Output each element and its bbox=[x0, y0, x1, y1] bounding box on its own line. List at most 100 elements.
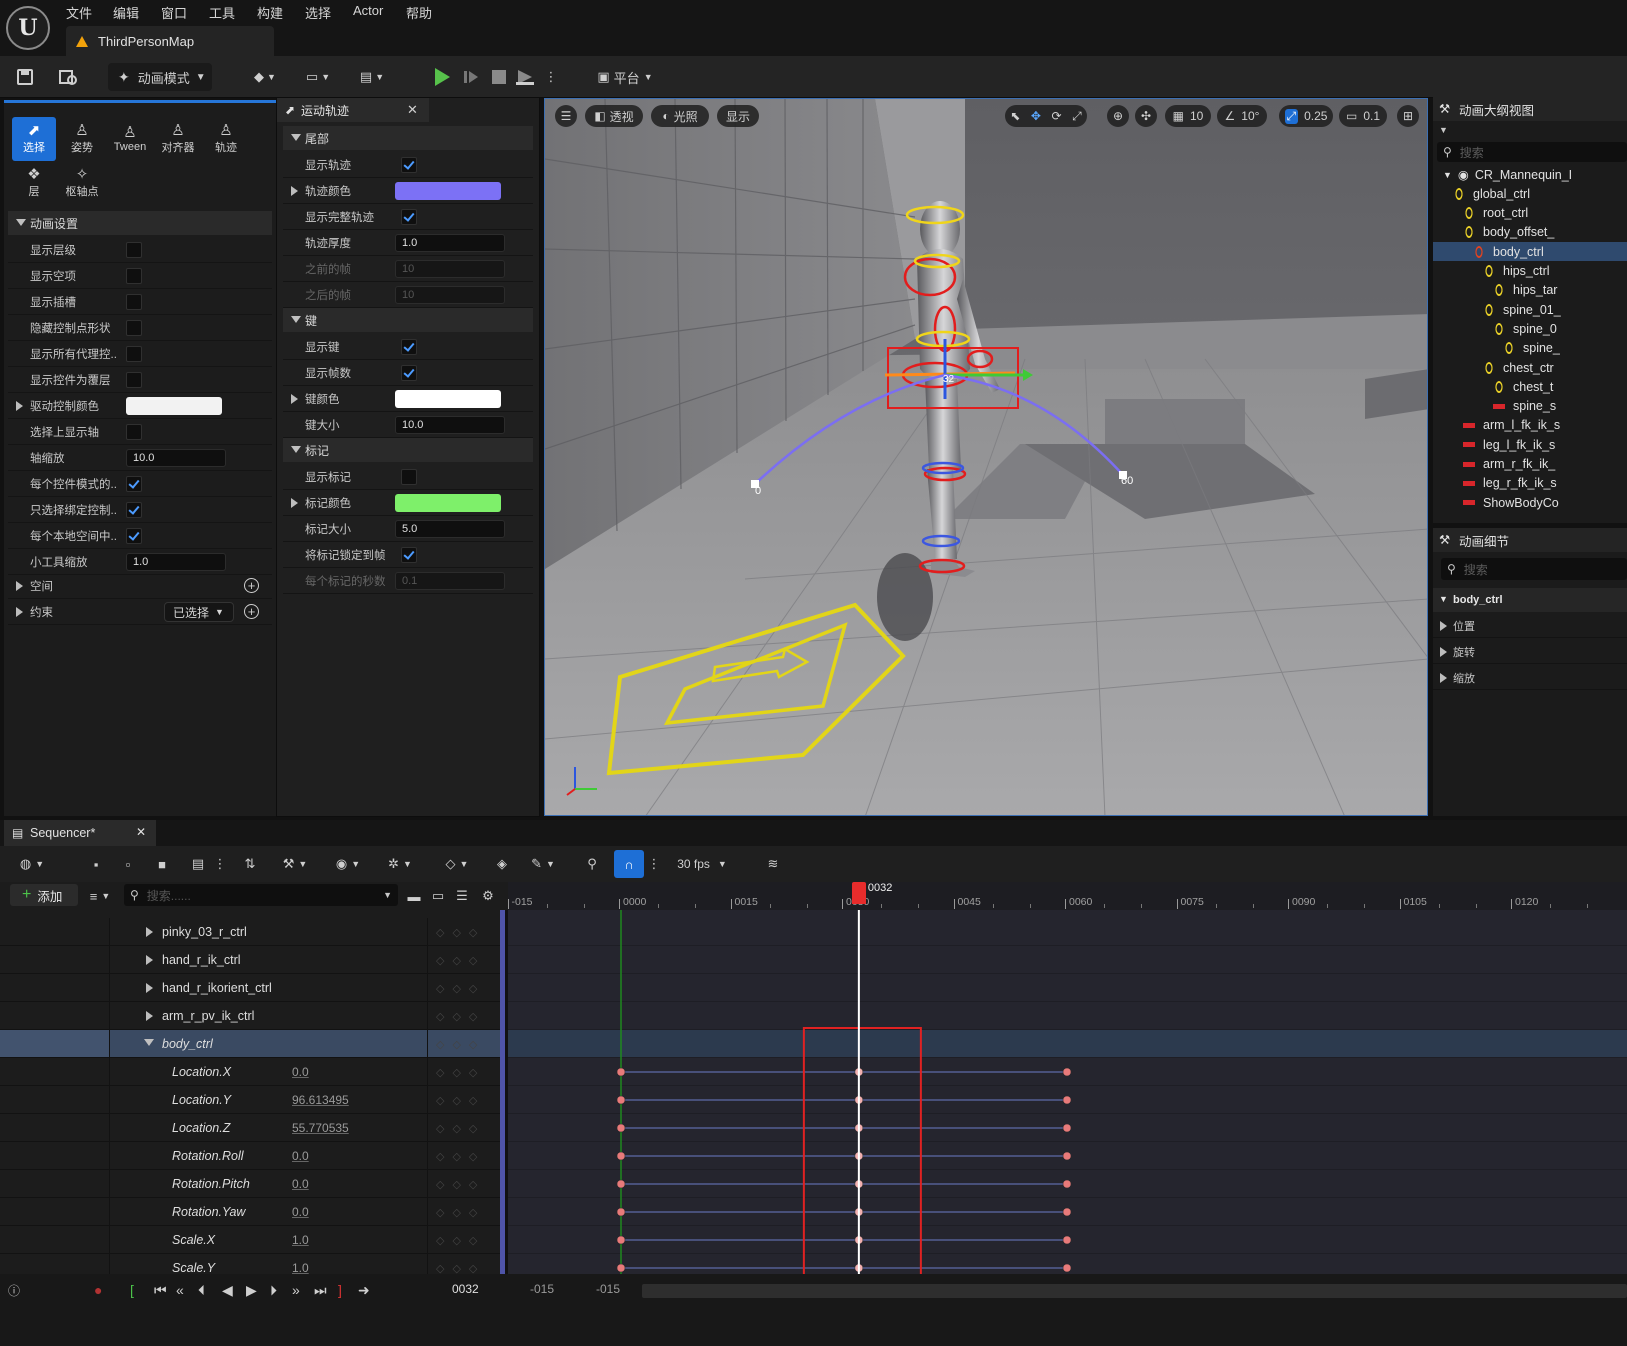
key-nav-icons[interactable]: ◇◇◇ bbox=[436, 1122, 494, 1135]
channel-value[interactable]: 0.0 bbox=[292, 1065, 309, 1079]
expand-arrow-icon[interactable] bbox=[146, 1011, 153, 1021]
keyframe[interactable] bbox=[1062, 1263, 1072, 1273]
outliner-item[interactable]: spine_ bbox=[1503, 339, 1560, 358]
trail-section-header[interactable]: 键 bbox=[283, 308, 533, 332]
track-view-icon[interactable]: ▭ bbox=[428, 882, 448, 910]
outliner-tab[interactable]: ⚒ 动画大纲视图 bbox=[1433, 97, 1627, 121]
keyframe[interactable] bbox=[1062, 1207, 1072, 1217]
mode-aligner-button[interactable]: ♙ 对齐器 bbox=[156, 117, 200, 161]
menu-tools[interactable]: 工具 bbox=[209, 3, 235, 22]
expand-arrow-icon[interactable]: ▼ bbox=[1443, 170, 1452, 180]
filter-icon[interactable]: ≡ ▼ bbox=[82, 882, 118, 910]
outliner-item[interactable]: body_offset_ bbox=[1463, 223, 1554, 242]
track-row[interactable]: arm_r_pv_ik_ctrl ◇◇◇ bbox=[0, 1002, 504, 1030]
step-forward-icon[interactable]: ⏵ bbox=[270, 1282, 277, 1299]
range-end-icon[interactable]: ] bbox=[338, 1282, 342, 1298]
unreal-logo[interactable]: U bbox=[6, 6, 50, 50]
outliner-item[interactable]: spine_01_ bbox=[1483, 300, 1561, 319]
trail-section-header[interactable]: 尾部 bbox=[283, 126, 533, 150]
track-row[interactable]: Location.Y 96.613495 ◇◇◇ bbox=[0, 1086, 504, 1114]
outliner-item[interactable]: chest_ctr bbox=[1483, 358, 1554, 377]
keyframe[interactable] bbox=[616, 1263, 626, 1273]
key-nav-icons[interactable]: ◇◇◇ bbox=[436, 1094, 494, 1107]
add-space-icon[interactable]: + bbox=[244, 578, 259, 593]
keyframe[interactable] bbox=[1062, 1235, 1072, 1245]
collapse-arrow-icon[interactable] bbox=[144, 1039, 154, 1046]
save-icon[interactable] bbox=[12, 63, 38, 91]
expand-arrow-icon[interactable] bbox=[291, 394, 298, 404]
key-nav-icons[interactable]: ◇◇◇ bbox=[436, 1234, 494, 1247]
menu-select[interactable]: 选择 bbox=[305, 3, 331, 22]
cinematics-icon[interactable]: ▤ ▼ bbox=[352, 63, 392, 91]
anim-setting-checkbox[interactable] bbox=[126, 372, 142, 388]
current-frame-readout[interactable]: 0032 bbox=[452, 1282, 479, 1296]
anim-setting-checkbox[interactable] bbox=[126, 294, 142, 310]
trail-setting-checkbox[interactable] bbox=[401, 339, 417, 355]
outliner-item[interactable]: leg_r_fk_ik_s bbox=[1463, 474, 1557, 493]
expand-arrow-icon[interactable] bbox=[146, 927, 153, 937]
keyframe[interactable] bbox=[1062, 1179, 1072, 1189]
trail-setting-number[interactable]: 10.0 bbox=[395, 416, 505, 434]
outliner-item[interactable]: spine_0 bbox=[1493, 319, 1557, 338]
track-row[interactable]: hand_r_ik_ctrl ◇◇◇ bbox=[0, 946, 504, 974]
viewport-layout-icon[interactable]: ⊞ bbox=[1397, 105, 1419, 127]
channel-value[interactable]: 1.0 bbox=[292, 1261, 309, 1274]
trail-setting-number[interactable]: 1.0 bbox=[395, 234, 505, 252]
more-options-icon[interactable]: ⋮ bbox=[214, 850, 227, 878]
keyframe[interactable] bbox=[1062, 1151, 1072, 1161]
viewport-menu-icon[interactable]: ☰ bbox=[555, 105, 577, 127]
anim-setting-checkbox[interactable] bbox=[126, 320, 142, 336]
lighting-button[interactable]: ◐ 光照 bbox=[651, 105, 709, 127]
range-end-readout[interactable]: -015 bbox=[596, 1282, 620, 1296]
expand-arrow-icon[interactable] bbox=[146, 955, 153, 965]
trail-section-header[interactable]: 标记 bbox=[283, 438, 533, 462]
timeline-scrollbar[interactable] bbox=[642, 1284, 1627, 1298]
trail-setting-checkbox[interactable] bbox=[401, 157, 417, 173]
render-movie-icon[interactable]: ▤ bbox=[186, 850, 210, 878]
outliner-item[interactable]: chest_t bbox=[1493, 377, 1553, 396]
level-tab[interactable]: ThirdPersonMap bbox=[66, 26, 274, 56]
playback-options-icon[interactable]: ✲ ▼ bbox=[380, 850, 420, 878]
track-row[interactable]: Scale.Y 1.0 ◇◇◇ bbox=[0, 1254, 504, 1274]
key-behavior-icon[interactable]: ◈ bbox=[490, 850, 514, 878]
key-nav-icons[interactable]: ◇◇◇ bbox=[436, 926, 494, 939]
keyframe[interactable] bbox=[616, 1123, 626, 1133]
step-back-icon[interactable]: ⏴ bbox=[198, 1282, 205, 1299]
keyframe[interactable] bbox=[1062, 1067, 1072, 1077]
record-icon[interactable]: ● bbox=[94, 1282, 102, 1298]
playhead-handle[interactable] bbox=[851, 882, 866, 904]
details-scale-section[interactable]: 缩放 bbox=[1433, 666, 1627, 690]
view-dropdown-icon[interactable]: ◉ ▼ bbox=[328, 850, 368, 878]
menu-window[interactable]: 窗口 bbox=[161, 3, 187, 22]
constraint-filter-dropdown[interactable]: 已选择 ▼ bbox=[164, 602, 234, 622]
step-icon[interactable] bbox=[460, 63, 482, 91]
details-search[interactable]: ⚲ 搜索 bbox=[1441, 558, 1627, 580]
anim-setting-checkbox[interactable] bbox=[126, 528, 142, 544]
track-row[interactable]: Rotation.Pitch 0.0 ◇◇◇ bbox=[0, 1170, 504, 1198]
mode-pose-button[interactable]: ♙ 姿势 bbox=[60, 117, 104, 161]
details-object-header[interactable]: ▼ body_ctrl bbox=[1433, 588, 1627, 612]
anim-setting-number[interactable]: 1.0 bbox=[126, 553, 226, 571]
outliner-item[interactable]: arm_l_fk_ik_s bbox=[1463, 416, 1560, 435]
sequencer-timeline[interactable] bbox=[508, 882, 1627, 1274]
track-row[interactable]: hand_r_ikorient_ctrl ◇◇◇ bbox=[0, 974, 504, 1002]
play-options-icon[interactable]: ⋮ bbox=[542, 63, 560, 91]
find-sequence-icon[interactable]: ▫ bbox=[118, 850, 138, 878]
channel-value[interactable]: 0.0 bbox=[292, 1205, 309, 1219]
outliner-item[interactable]: arm_r_fk_ik_ bbox=[1463, 455, 1555, 474]
key-nav-icons[interactable]: ◇◇◇ bbox=[436, 982, 494, 995]
key-nav-icons[interactable]: ◇◇◇ bbox=[436, 1178, 494, 1191]
track-list-scrollbar[interactable] bbox=[500, 910, 505, 1274]
anim-setting-checkbox[interactable] bbox=[126, 242, 142, 258]
anim-setting-checkbox[interactable] bbox=[126, 268, 142, 284]
time-ruler[interactable]: -015000000150030004500600075009001050120… bbox=[507, 882, 1627, 910]
channel-value[interactable]: 96.613495 bbox=[292, 1093, 349, 1107]
close-icon[interactable]: ✕ bbox=[136, 825, 146, 839]
anim-settings-header[interactable]: 动画设置 bbox=[8, 211, 272, 235]
anim-setting-checkbox[interactable] bbox=[126, 346, 142, 362]
jump-start-icon[interactable]: ⏮ bbox=[154, 1282, 167, 1299]
trail-setting-number[interactable]: 5.0 bbox=[395, 520, 505, 538]
keyframe[interactable] bbox=[616, 1067, 626, 1077]
key-dropdown-icon[interactable]: ◇ ▼ bbox=[438, 850, 476, 878]
color-swatch[interactable] bbox=[395, 182, 501, 200]
